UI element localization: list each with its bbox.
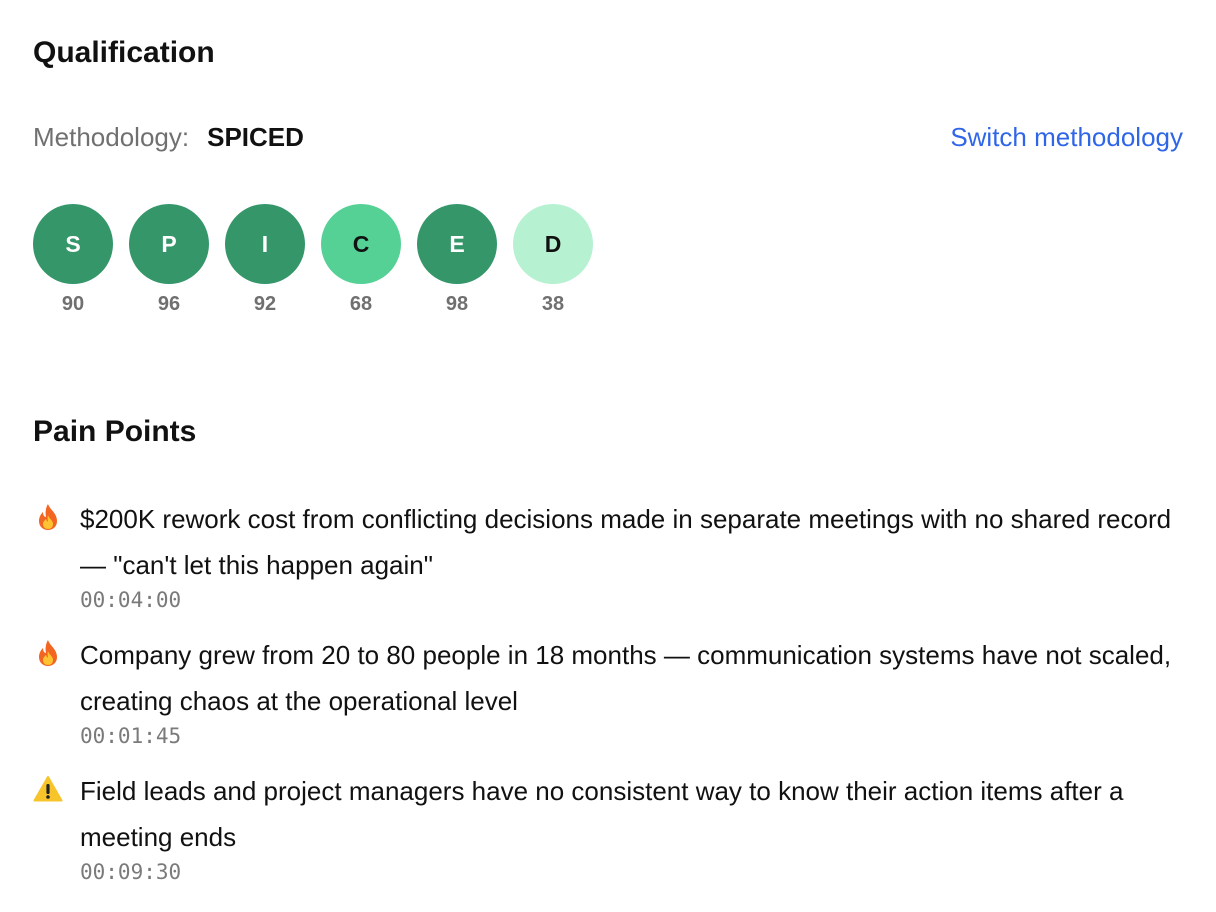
methodology-info: Methodology: SPICED [33,122,304,153]
methodology-label: Methodology: [33,121,190,152]
pain-point-text: Company grew from 20 to 80 people in 18 … [80,640,1172,716]
fire-icon [33,638,63,668]
score-item-d: D 38 [513,204,593,314]
score-circle-p[interactable]: P [129,204,209,284]
page: Qualification Methodology: SPICED Switch… [0,0,1216,912]
pain-point-item: Company grew from 20 to 80 people in 18 … [33,634,1183,750]
pain-points-title: Pain Points [33,415,197,448]
pain-point-text: Field leads and project managers have no… [80,776,1124,852]
score-circle-c[interactable]: C [321,204,401,284]
methodology-value: SPICED [207,121,304,152]
score-item-p: P 96 [129,204,209,314]
score-value-e: 98 [445,293,469,315]
pain-point-timestamp[interactable]: 00:01:45 [80,722,1183,750]
score-circle-d[interactable]: D [513,204,593,284]
score-circle-s[interactable]: S [33,204,113,284]
score-value-i: 92 [253,293,277,315]
pain-point-timestamp[interactable]: 00:09:30 [80,858,1183,886]
score-circle-i[interactable]: I [225,204,305,284]
pain-point-body: $200K rework cost from conflicting decis… [80,498,1183,614]
score-circle-e[interactable]: E [417,204,497,284]
score-item-i: I 92 [225,204,305,314]
pain-point-item: $200K rework cost from conflicting decis… [33,498,1183,614]
methodology-row: Methodology: SPICED Switch methodology [33,121,1183,153]
pain-point-text: $200K rework cost from conflicting decis… [80,504,1172,580]
fire-icon [33,502,63,532]
score-item-s: S 90 [33,204,113,314]
pain-points-list: $200K rework cost from conflicting decis… [33,498,1183,906]
pain-point-timestamp[interactable]: 00:04:00 [80,586,1183,614]
score-value-p: 96 [157,293,181,315]
switch-methodology-link[interactable]: Switch methodology [950,122,1183,153]
qualification-title: Qualification [33,36,215,69]
score-value-d: 38 [541,293,565,315]
score-value-c: 68 [349,293,373,315]
pain-point-body: Company grew from 20 to 80 people in 18 … [80,634,1183,750]
pain-point-body: Field leads and project managers have no… [80,770,1183,886]
warning-icon [33,774,63,804]
pain-point-item: Field leads and project managers have no… [33,770,1183,886]
score-item-c: C 68 [321,204,401,314]
score-value-s: 90 [61,293,85,315]
score-item-e: E 98 [417,204,497,314]
score-circles: S 90 P 96 I 92 C 68 E 98 D 38 [33,204,593,314]
